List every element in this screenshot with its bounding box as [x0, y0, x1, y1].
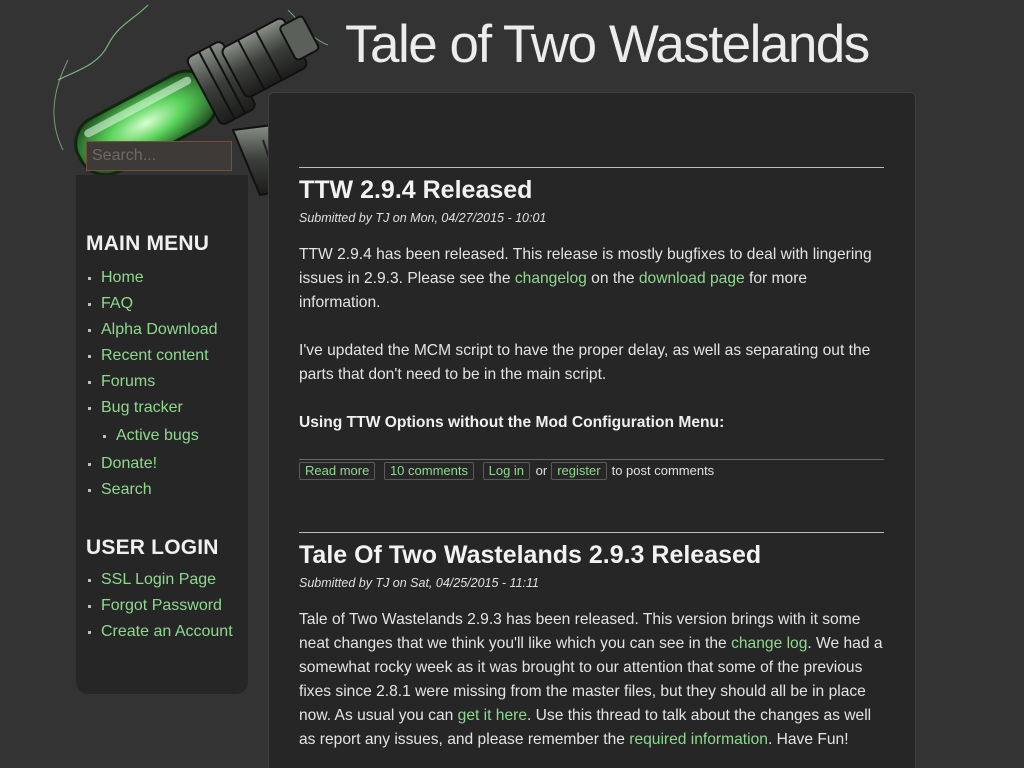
change-log-link[interactable]: change log [731, 635, 807, 652]
links-divider [299, 459, 884, 460]
menu-link-forums[interactable]: Forums [101, 373, 155, 390]
post-title[interactable]: Tale Of Two Wastelands 2.9.3 Released [299, 540, 884, 570]
menu-link-ssl-login[interactable]: SSL Login Page [101, 571, 216, 588]
read-more-link[interactable]: Read more [299, 462, 376, 480]
main-content: TTW 2.9.4 Released Submitted by TJ on Mo… [268, 92, 916, 768]
menu-link-home[interactable]: Home [101, 269, 144, 286]
menu-item-donate: Donate! [86, 451, 246, 477]
post-article: Tale Of Two Wastelands 2.9.3 Released Su… [299, 532, 884, 768]
register-link[interactable]: register [551, 462, 607, 480]
sidebar: MAIN MENU Home FAQ Alpha Download Recent… [76, 175, 248, 694]
post-submitted: Submitted by TJ on Sat, 04/25/2015 - 11:… [299, 576, 539, 590]
post-paragraph: Tale of Two Wastelands 2.9.3 has been re… [299, 608, 884, 752]
post-paragraph: Using TTW Options without the Mod Config… [299, 411, 884, 435]
post-article: TTW 2.9.4 Released Submitted by TJ on Mo… [299, 167, 884, 480]
post-divider [299, 167, 884, 168]
menu-item-alpha-download: Alpha Download [86, 317, 246, 343]
changelog-link[interactable]: changelog [515, 270, 587, 287]
menu-link-faq[interactable]: FAQ [101, 295, 133, 312]
menu-link-bug-tracker[interactable]: Bug tracker [101, 399, 183, 416]
menu-item-forums: Forums [86, 369, 246, 395]
post-title[interactable]: TTW 2.9.4 Released [299, 175, 884, 205]
login-link[interactable]: Log in [482, 462, 531, 480]
get-it-here-link[interactable]: get it here [458, 707, 527, 724]
menu-item-search: Search [86, 477, 246, 503]
post-body: Tale of Two Wastelands 2.9.3 has been re… [299, 608, 884, 752]
post-text: . Have Fun! [767, 731, 849, 748]
menu-link-create-account[interactable]: Create an Account [101, 623, 233, 640]
menu-link-donate[interactable]: Donate! [101, 455, 157, 472]
post-links: Read more 10 comments Log in or register t… [299, 462, 884, 480]
comments-link[interactable]: 10 comments [383, 462, 474, 480]
post-divider [299, 532, 884, 533]
page: Tale of Two Wastelands MAIN MENU Home FA… [0, 0, 1024, 768]
menu-item-create-account: Create an Account [86, 619, 246, 645]
menu-link-forgot-password[interactable]: Forgot Password [101, 597, 222, 614]
site-title[interactable]: Tale of Two Wastelands [345, 12, 870, 78]
menu-link-active-bugs[interactable]: Active bugs [116, 427, 199, 444]
post-submitted: Submitted by TJ on Mon, 04/27/2015 - 10:… [299, 211, 547, 225]
search-input[interactable] [86, 141, 232, 171]
menu-link-alpha-download[interactable]: Alpha Download [101, 321, 218, 338]
or-text: or [535, 463, 548, 478]
menu-item-active-bugs: Active bugs [86, 421, 246, 451]
post-subheading: Using TTW Options without the Mod Config… [299, 414, 725, 431]
post-comments-text: to post comments [611, 463, 715, 478]
post-body: TTW 2.9.4 has been released. This releas… [299, 243, 884, 435]
menu-item-forgot-password: Forgot Password [86, 593, 246, 619]
menu-link-search[interactable]: Search [101, 481, 152, 498]
menu-item-ssl-login: SSL Login Page [86, 567, 246, 593]
menu-item-recent-content: Recent content [86, 343, 246, 369]
menu-item-home: Home [86, 265, 246, 291]
required-information-link[interactable]: required information [629, 731, 768, 748]
menu-item-bug-tracker: Bug tracker [86, 395, 246, 421]
post-paragraph: I've updated the MCM script to have the … [299, 342, 871, 383]
menu-link-recent-content[interactable]: Recent content [101, 347, 209, 364]
download-page-link[interactable]: download page [639, 270, 745, 287]
menu-item-faq: FAQ [86, 291, 246, 317]
user-login-menu: SSL Login Page Forgot Password Create an… [86, 567, 246, 645]
main-menu-title: MAIN MENU [86, 232, 210, 255]
post-text: on the [586, 270, 639, 287]
main-menu: Home FAQ Alpha Download Recent content F… [86, 265, 246, 503]
user-login-title: USER LOGIN [86, 536, 219, 559]
post-paragraph: TTW 2.9.4 has been released. This releas… [299, 243, 884, 315]
